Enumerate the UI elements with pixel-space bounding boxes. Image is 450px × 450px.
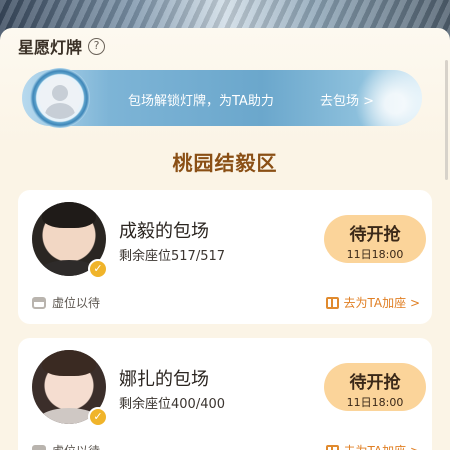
seats-remaining: 剩余座位517/517 xyxy=(119,249,226,264)
gift-icon xyxy=(325,296,339,309)
seat-icon xyxy=(32,296,46,309)
add-seat-link[interactable]: 去为TA加座 > xyxy=(325,442,420,450)
status-button[interactable]: 待开抢 11日18:00 xyxy=(324,215,426,263)
add-seat-link[interactable]: 去为TA加座 > xyxy=(325,294,420,311)
card-title: 成毅的包场 xyxy=(119,221,209,242)
banner-text: 包场解锁灯牌，为TA助力 xyxy=(128,94,274,109)
go-book-button[interactable]: 去包场 > xyxy=(320,90,374,109)
seat-note-text: 虚位以待 xyxy=(52,442,100,450)
seat-icon xyxy=(32,444,46,450)
zone-title: 桃园结毅区 xyxy=(172,151,278,175)
section-header: 星愿灯牌 ? xyxy=(18,34,106,58)
status-label: 待开抢 xyxy=(349,225,401,245)
status-time: 11日18:00 xyxy=(346,396,404,409)
verified-badge-icon: ✓ xyxy=(88,259,108,279)
status-label: 待开抢 xyxy=(349,373,401,393)
add-seat-text: 去为TA加座 > xyxy=(343,296,420,310)
seat-note: 虚位以待 xyxy=(32,294,100,311)
booking-card[interactable]: ✓ 娜扎的包场 剩余座位400/400 待开抢 11日18:00 虚位以待 去为… xyxy=(18,338,432,450)
status-button[interactable]: 待开抢 11日18:00 xyxy=(324,363,426,411)
section-title: 星愿灯牌 xyxy=(18,38,83,57)
seats-remaining: 剩余座位400/400 xyxy=(119,397,226,412)
add-seat-text: 去为TA加座 > xyxy=(344,442,420,450)
card-title: 娜扎的包场 xyxy=(119,369,209,390)
seat-note-text: 虚位以待 xyxy=(52,296,101,310)
verified-badge-icon: ✓ xyxy=(88,407,108,427)
gift-icon xyxy=(325,444,339,450)
scrollbar[interactable] xyxy=(445,60,448,180)
help-icon[interactable]: ? xyxy=(88,37,106,55)
seat-note: 虚位以待 xyxy=(32,442,100,450)
booking-card[interactable]: ✓ 成毅的包场 剩余座位517/517 待开抢 11日18:00 虚位以待 去为… xyxy=(18,190,432,324)
default-user-avatar-icon xyxy=(39,77,81,119)
status-time: 11日18:00 xyxy=(346,248,404,261)
